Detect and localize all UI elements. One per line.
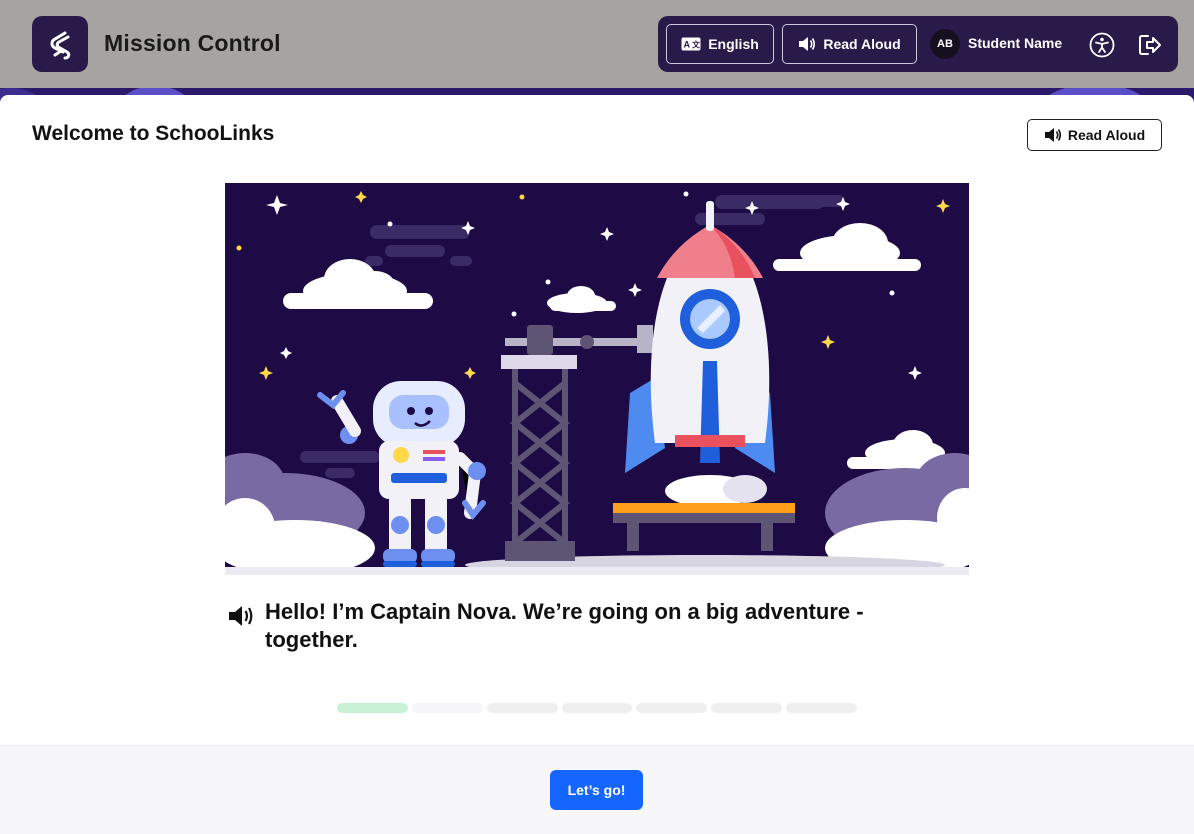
schoolinks-logo-icon	[50, 31, 71, 60]
app-title: Mission Control	[104, 30, 281, 56]
progress-step	[337, 703, 408, 713]
top-navigation-bar: Mission Control A 文 English Read Aloud A…	[0, 0, 1194, 88]
avatar[interactable]: AB	[930, 29, 960, 59]
language-label: English	[708, 36, 759, 52]
step-progress	[337, 703, 858, 713]
logout-button[interactable]	[1137, 32, 1163, 58]
lets-go-button[interactable]: Let’s go!	[550, 770, 643, 810]
header-toolbar: A 文 English Read Aloud AB Student Name	[658, 16, 1178, 72]
language-button[interactable]: A 文 English	[666, 24, 774, 64]
progress-step	[786, 703, 858, 713]
progress-step	[711, 703, 783, 713]
speech-text: Hello! I’m Captain Nova. We’re going on …	[265, 599, 864, 652]
progress-step	[561, 703, 633, 713]
svg-text:A: A	[684, 40, 691, 50]
progress-step	[486, 703, 558, 713]
accessibility-button[interactable]	[1089, 32, 1115, 58]
speaker-icon	[1044, 128, 1061, 142]
svg-text:文: 文	[692, 40, 701, 50]
logout-icon	[1139, 35, 1161, 55]
header-read-aloud-button[interactable]: Read Aloud	[782, 24, 917, 64]
dialog-title: Welcome to SchooLinks	[32, 122, 275, 145]
read-aloud-button[interactable]: Read Aloud	[1027, 119, 1162, 151]
student-name[interactable]: Student Name	[968, 35, 1062, 51]
progress-step	[636, 703, 708, 713]
accessibility-icon	[1089, 32, 1115, 58]
schoolinks-logo[interactable]	[32, 16, 88, 72]
dialog-footer: Let’s go!	[0, 745, 1194, 834]
header-read-aloud-label: Read Aloud	[823, 36, 901, 52]
captain-nova-illustration	[225, 183, 969, 575]
welcome-dialog: Welcome to SchooLinks Read Aloud Hello! …	[0, 95, 1194, 834]
language-icon: A 文	[681, 37, 701, 51]
speaker-icon	[799, 37, 816, 51]
speaker-icon[interactable]	[228, 604, 256, 628]
read-aloud-label: Read Aloud	[1067, 127, 1146, 143]
progress-step	[411, 703, 483, 713]
